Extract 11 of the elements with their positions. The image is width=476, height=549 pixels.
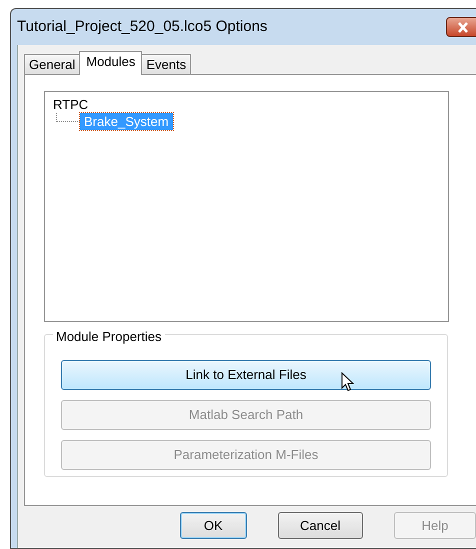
tab[interactable]: General [24,54,80,75]
tab[interactable]: Events [141,54,192,75]
dialog-button[interactable]: Cancel [278,512,364,539]
tree-item[interactable]: RTPC [53,97,88,112]
dialog-button[interactable]: OK [180,512,246,539]
window-title: Tutorial_Project_520_05.lco5 Options [17,16,268,37]
module-button[interactable]: Link to External Files [61,360,431,390]
mouse-pointer-icon [341,372,354,392]
close-button[interactable] [446,17,476,37]
tab[interactable]: Modules [79,51,142,75]
close-icon [457,22,469,32]
